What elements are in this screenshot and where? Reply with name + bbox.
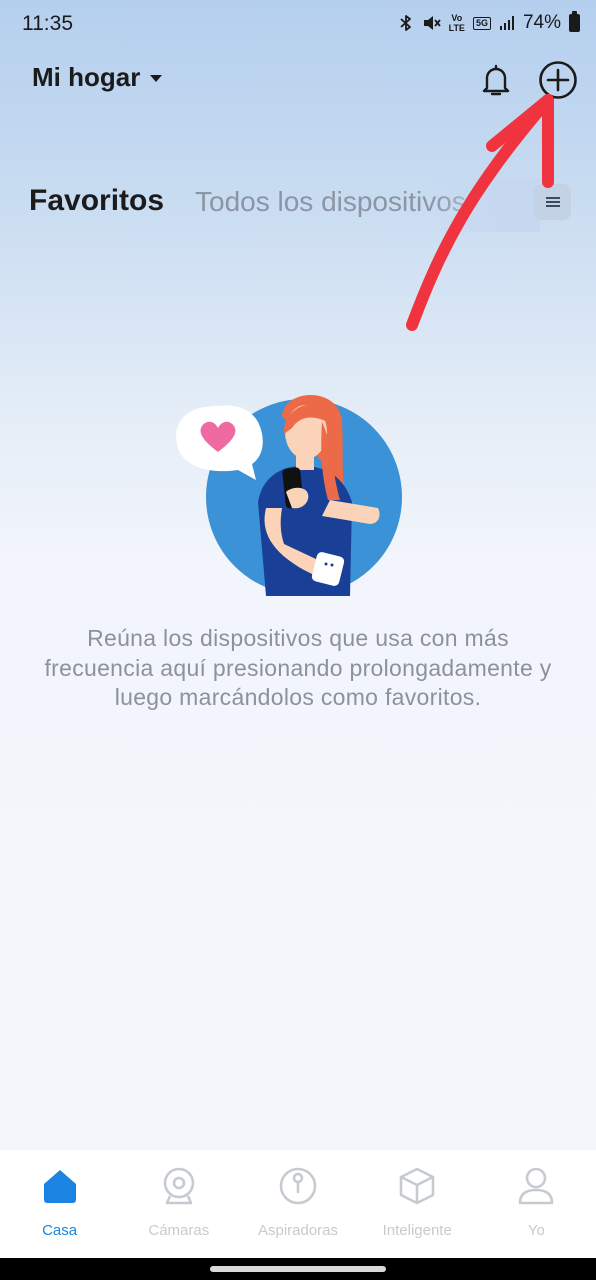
bell-icon <box>482 64 510 96</box>
camera-icon <box>163 1167 195 1205</box>
volte-top-label: Vo <box>451 13 463 23</box>
nav-aspiradoras[interactable]: Aspiradoras <box>238 1150 357 1258</box>
add-device-button[interactable] <box>536 58 580 102</box>
cube-icon <box>399 1167 435 1205</box>
user-icon <box>519 1167 554 1205</box>
status-time: 11:35 <box>22 12 73 35</box>
menu-icon <box>545 195 560 209</box>
tabs-menu-button[interactable] <box>534 184 571 220</box>
nav-label-inteligente: Inteligente <box>382 1222 452 1239</box>
bluetooth-icon <box>400 15 411 31</box>
home-selector[interactable]: Mi hogar <box>32 62 163 93</box>
bottom-navigation: Casa Cámaras Aspiradoras Inteligente Yo <box>0 1150 596 1258</box>
home-title: Mi hogar <box>32 62 141 92</box>
nav-inteligente[interactable]: Inteligente <box>358 1150 477 1258</box>
gesture-handle[interactable] <box>210 1266 386 1272</box>
5g-icon: 5G <box>472 16 491 30</box>
nav-label-yo: Yo <box>527 1222 545 1239</box>
tab-favorites[interactable]: Favoritos <box>29 184 164 218</box>
empty-state-message: Reúna los dispositivos que usa con más f… <box>44 625 552 710</box>
nav-label-aspiradoras: Aspiradoras <box>257 1222 339 1239</box>
notifications-button[interactable] <box>476 60 516 100</box>
nav-yo[interactable]: Yo <box>477 1150 596 1258</box>
home-icon <box>43 1170 76 1203</box>
battery-percent: 74% <box>522 12 561 33</box>
mute-icon <box>423 16 441 30</box>
empty-state-illustration <box>176 394 402 596</box>
signal-icon <box>499 16 514 30</box>
add-circle-icon <box>539 61 577 99</box>
volte-icon: Vo LTE <box>449 13 465 33</box>
status-icons: Vo LTE 5G 74% <box>399 11 580 34</box>
nav-camaras[interactable]: Cámaras <box>119 1150 238 1258</box>
caret-down-icon <box>150 75 163 82</box>
tab-all-devices[interactable]: Todos los dispositivos <box>195 186 466 218</box>
vacuum-icon <box>279 1167 317 1205</box>
tabs-fade <box>430 178 540 232</box>
nav-casa[interactable]: Casa <box>0 1150 119 1258</box>
nav-label-casa: Casa <box>42 1222 78 1239</box>
battery-icon <box>569 11 580 32</box>
volte-bottom-label: LTE <box>448 23 465 33</box>
nav-label-camaras: Cámaras <box>148 1222 210 1239</box>
